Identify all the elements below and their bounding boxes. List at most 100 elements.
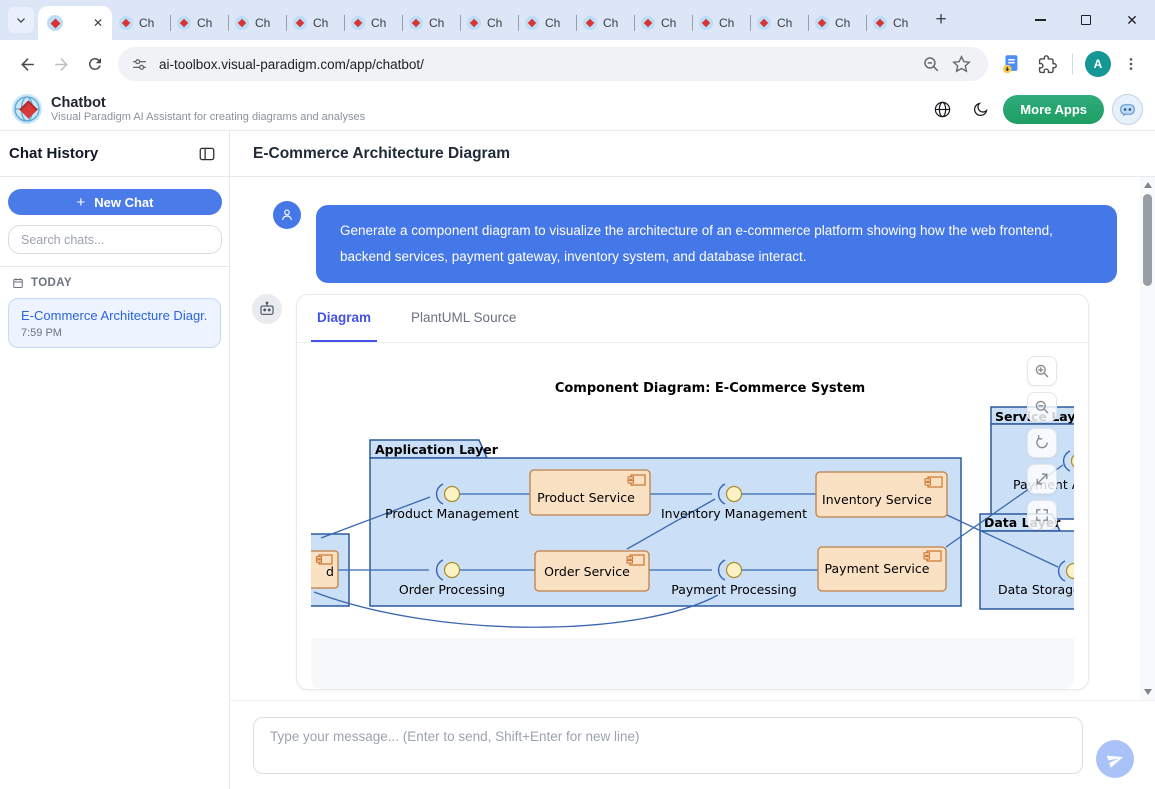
component-diagram: Component Diagram: E-Commerce System d <box>311 343 1074 638</box>
chat-history-item[interactable]: E-Commerce Architecture Diagr... 7:59 PM <box>8 298 221 348</box>
site-settings-icon[interactable] <box>131 56 148 73</box>
browser-tab[interactable]: Ch <box>866 6 924 40</box>
send-button[interactable] <box>1096 740 1134 778</box>
docs-extension-icon[interactable] <box>994 47 1028 81</box>
chat-history-sidebar: Chat History + New Chat TODAY E-Commerce… <box>0 131 230 789</box>
tab-close-icon[interactable]: ✕ <box>93 17 103 29</box>
browser-menu-kebab-icon[interactable] <box>1117 47 1145 81</box>
language-globe-icon[interactable] <box>927 94 957 124</box>
inventory-service-label: Inventory Service <box>822 492 932 507</box>
scrollbar-up-arrow[interactable] <box>1144 182 1152 188</box>
diagram-tab-bar: Diagram PlantUML Source <box>297 295 1088 343</box>
visual-paradigm-favicon-icon <box>641 16 655 30</box>
active-browser-tab[interactable]: ✕ <box>38 6 112 40</box>
browser-tab[interactable]: Ch <box>228 6 286 40</box>
payment-processing-label: Payment Processing <box>671 582 796 597</box>
browser-tab[interactable]: Ch <box>576 6 634 40</box>
browser-tab[interactable]: Ch <box>112 6 170 40</box>
today-section-label: TODAY <box>31 277 72 289</box>
new-chat-label: New Chat <box>94 195 153 210</box>
bookmark-star-icon[interactable] <box>946 49 976 79</box>
visual-paradigm-favicon-icon <box>235 16 249 30</box>
visual-paradigm-favicon-icon <box>699 16 713 30</box>
visual-paradigm-favicon-icon <box>351 16 365 30</box>
more-apps-button[interactable]: More Apps <box>1003 95 1104 124</box>
browser-tab[interactable]: Ch <box>808 6 866 40</box>
tab-search-chevron-icon[interactable] <box>8 7 34 33</box>
payment-service-label: Payment Service <box>825 561 930 576</box>
browser-tab[interactable]: Ch <box>634 6 692 40</box>
visual-paradigm-favicon-icon <box>177 16 191 30</box>
extensions-puzzle-icon[interactable] <box>1030 47 1064 81</box>
browser-tab[interactable]: Ch <box>518 6 576 40</box>
page-zoom-icon[interactable] <box>916 49 946 79</box>
calendar-icon <box>12 277 24 289</box>
frontend-label-fragment: d <box>326 564 334 579</box>
paper-plane-icon <box>1104 748 1125 769</box>
visual-paradigm-favicon-icon <box>815 16 829 30</box>
address-bar[interactable]: ai-toolbox.visual-paradigm.com/app/chatb… <box>118 47 988 81</box>
visual-paradigm-favicon-icon <box>525 16 539 30</box>
collapse-sidebar-icon[interactable] <box>195 142 219 166</box>
diagram-title: Component Diagram: E-Commerce System <box>555 381 865 396</box>
window-minimize-button[interactable] <box>1017 0 1063 40</box>
visual-paradigm-favicon-icon <box>583 16 597 30</box>
zoom-out-icon[interactable] <box>1027 392 1057 422</box>
tab-plantuml-source[interactable]: PlantUML Source <box>405 295 522 342</box>
forward-button[interactable] <box>44 47 78 81</box>
plus-icon: + <box>77 194 86 211</box>
browser-tab[interactable]: Ch <box>286 6 344 40</box>
payment-service-component: Payment Service <box>818 547 946 591</box>
chat-scroll-area: Generate a component diagram to visualiz… <box>230 177 1155 700</box>
order-service-component: Order Service <box>535 551 649 591</box>
visual-paradigm-favicon-icon <box>409 16 423 30</box>
url-text[interactable]: ai-toolbox.visual-paradigm.com/app/chatb… <box>159 57 916 72</box>
expand-icon[interactable] <box>1027 464 1057 494</box>
sidebar-title: Chat History <box>9 145 195 162</box>
search-chats-input[interactable] <box>8 225 222 254</box>
page-title: E-Commerce Architecture Diagram <box>230 131 1155 177</box>
fullscreen-icon[interactable] <box>1027 500 1057 530</box>
browser-tab[interactable]: Ch <box>460 6 518 40</box>
browser-tab[interactable]: Ch <box>692 6 750 40</box>
browser-tab[interactable]: Ch <box>344 6 402 40</box>
chat-main-area: E-Commerce Architecture Diagram Generate… <box>230 131 1155 789</box>
app-title: Chatbot <box>51 95 365 111</box>
product-service-component: Product Service <box>530 470 650 515</box>
browser-tab[interactable]: Ch <box>170 6 228 40</box>
order-processing-label: Order Processing <box>399 582 505 597</box>
scrollbar-thumb[interactable] <box>1143 194 1152 286</box>
app-subtitle: Visual Paradigm AI Assistant for creatin… <box>51 111 365 124</box>
scrollbar-down-arrow[interactable] <box>1144 689 1152 695</box>
tab-diagram[interactable]: Diagram <box>311 295 377 342</box>
visual-paradigm-favicon-icon <box>119 16 133 30</box>
inventory-service-component: Inventory Service <box>816 472 947 517</box>
back-button[interactable] <box>10 47 44 81</box>
browser-tab[interactable]: Ch <box>750 6 808 40</box>
reset-view-icon[interactable] <box>1027 428 1057 458</box>
product-service-label: Product Service <box>537 490 635 505</box>
reload-button[interactable] <box>78 47 112 81</box>
user-avatar <box>273 201 301 229</box>
new-chat-button[interactable]: + New Chat <box>8 189 222 215</box>
window-close-button[interactable]: ✕ <box>1109 0 1155 40</box>
message-input[interactable] <box>253 717 1083 774</box>
new-tab-button[interactable]: + <box>928 7 954 33</box>
chat-item-time: 7:59 PM <box>21 327 208 339</box>
browser-tab-strip: ✕ ChChChChChChChChChChChChChCh + ✕ <box>0 0 1155 40</box>
visual-paradigm-logo <box>12 94 42 124</box>
window-maximize-button[interactable] <box>1063 0 1109 40</box>
diagram-zoom-controls <box>1027 356 1057 530</box>
profile-avatar[interactable]: A <box>1085 51 1111 77</box>
person-icon <box>279 207 295 223</box>
chat-scrollbar[interactable] <box>1140 177 1155 700</box>
diagram-viewport[interactable]: Component Diagram: E-Commerce System d <box>311 343 1074 689</box>
order-service-label: Order Service <box>544 564 630 579</box>
zoom-in-icon[interactable] <box>1027 356 1057 386</box>
assistant-response-card: Diagram PlantUML Source Component Diagra… <box>296 294 1089 690</box>
window-controls: ✕ <box>1017 0 1155 40</box>
chatbot-assistant-icon[interactable] <box>1112 94 1143 125</box>
dark-mode-moon-icon[interactable] <box>965 94 995 124</box>
browser-tab[interactable]: Ch <box>402 6 460 40</box>
visual-paradigm-favicon-icon <box>293 16 307 30</box>
